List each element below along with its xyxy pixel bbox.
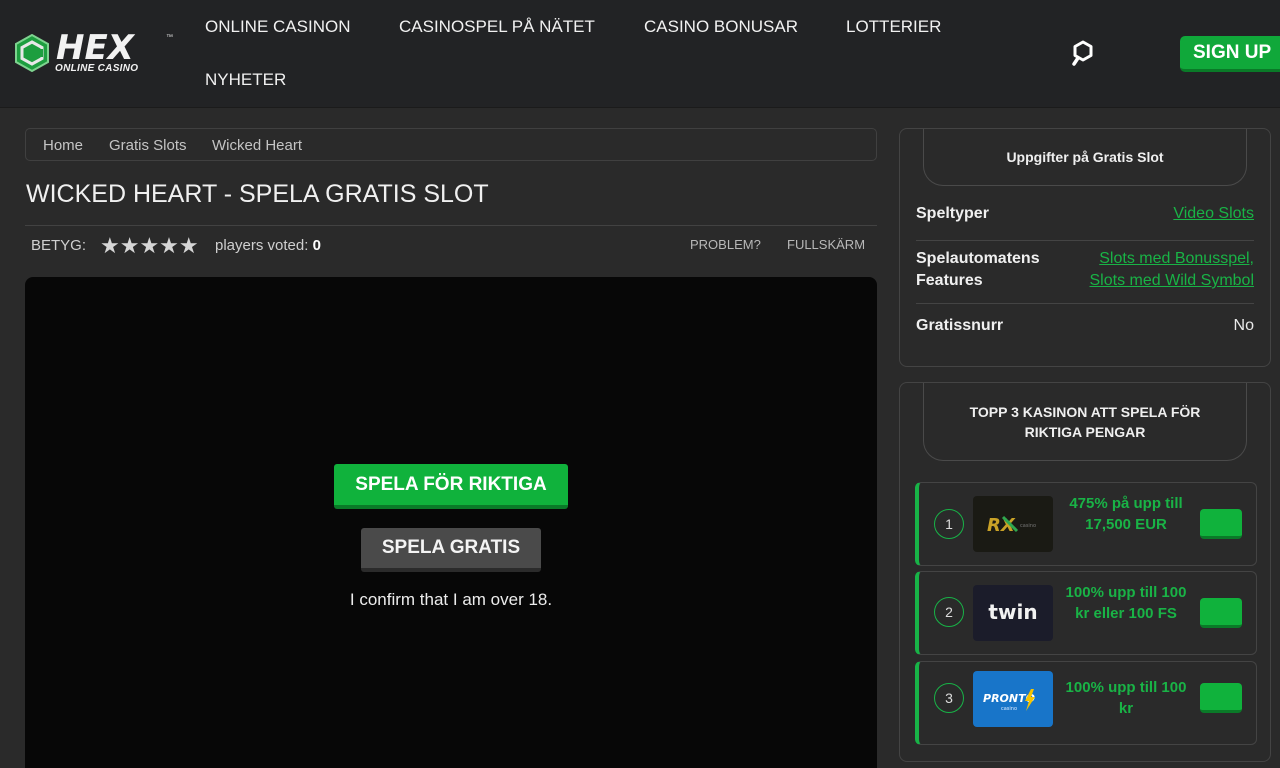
- casino-play-button[interactable]: [1200, 598, 1242, 628]
- info-key: Gratissnurr: [916, 317, 1004, 334]
- nav-item-lotterier[interactable]: LOTTERIER: [846, 17, 941, 37]
- casino-play-button[interactable]: [1200, 683, 1242, 713]
- title-divider: [25, 225, 877, 226]
- page-title: WICKED HEART - SPELA GRATIS SLOT: [26, 180, 489, 208]
- play-free-button[interactable]: SPELA GRATIS: [361, 528, 541, 572]
- gratissnurr-value: No: [1233, 317, 1254, 334]
- casino-logo-twin[interactable]: twin: [973, 585, 1053, 641]
- slot-info-title: Uppgifter på Gratis Slot: [923, 129, 1247, 186]
- casino-bonus: 100% upp till 100 kr eller 100 FS: [1065, 584, 1187, 622]
- casino-item[interactable]: 2 twin 100% upp till 100 kr eller 100 FS: [915, 571, 1257, 655]
- casino-item[interactable]: 3 PRONTO casino 100% upp till 100 kr: [915, 661, 1257, 745]
- info-key: Spelautomatens Features: [916, 250, 1040, 289]
- nav-item-casino-bonusar[interactable]: CASINO BONUSAR: [644, 17, 798, 37]
- rating-label: BETYG:: [31, 237, 87, 254]
- site-logo[interactable]: HEX ™ ONLINE CASINO: [14, 28, 179, 77]
- play-real-button[interactable]: SPELA FÖR RIKTIGA: [334, 464, 568, 509]
- breadcrumb-current: Wicked Heart: [212, 137, 303, 154]
- breadcrumb-gratis-slots[interactable]: Gratis Slots: [109, 137, 187, 154]
- svg-text:twin: twin: [988, 600, 1037, 624]
- nav-item-online-casinon[interactable]: ONLINE CASINON: [205, 17, 350, 37]
- svg-text:casino: casino: [1001, 706, 1017, 712]
- casino-bonus: 100% upp till 100 kr: [1065, 679, 1187, 717]
- pronto-logo-icon: PRONTO casino: [983, 689, 1035, 712]
- logo-subtext: ONLINE CASINO: [55, 63, 139, 74]
- casino-rank: 3: [934, 683, 964, 713]
- row-divider: [916, 303, 1254, 304]
- nav-item-casinospel[interactable]: CASINOSPEL PÅ NÄTET: [399, 17, 595, 37]
- problem-button[interactable]: PROBLEM?: [690, 237, 761, 252]
- rx-logo-icon: RX casino: [987, 515, 1036, 536]
- twin-logo-icon: twin: [988, 600, 1037, 624]
- row-divider: [916, 240, 1254, 241]
- casino-rank: 2: [934, 597, 964, 627]
- logo-trademark: ™: [166, 34, 173, 41]
- info-value: No: [1234, 315, 1254, 337]
- info-value: Slots med Bonusspel, Slots med Wild Symb…: [1090, 248, 1255, 292]
- link-slots-wild-symbol[interactable]: Slots med Wild Symbol: [1090, 272, 1255, 289]
- fullscreen-button[interactable]: FULLSKÄRM: [787, 237, 865, 252]
- breadcrumb: Home Gratis Slots Wicked Heart: [25, 128, 877, 161]
- breadcrumb-home[interactable]: Home: [43, 137, 83, 154]
- casino-rank: 1: [934, 509, 964, 539]
- casino-logo-pronto[interactable]: PRONTO casino: [973, 671, 1053, 727]
- svg-text:casino: casino: [1020, 523, 1036, 529]
- info-value: Video Slots: [1173, 203, 1254, 225]
- signup-button[interactable]: SIGN UP: [1180, 36, 1280, 72]
- rating-stars[interactable]: ★★★★★: [100, 233, 199, 259]
- info-row-gratissnurr: Gratissnurr No: [916, 315, 1254, 339]
- info-key: Speltyper: [916, 205, 989, 222]
- site-header: HEX ™ ONLINE CASINO ONLINE CASINON CASIN…: [0, 0, 1280, 108]
- slot-info-card: Uppgifter på Gratis Slot Speltyper Video…: [899, 128, 1271, 367]
- hex-logo-icon: [15, 34, 49, 72]
- casino-bonus: 475% på upp till 17,500 EUR: [1069, 495, 1183, 533]
- casino-item[interactable]: 1 RX casino 475% på upp till 17,500 EUR: [915, 482, 1257, 566]
- logo-wordmark: HEX: [56, 28, 134, 68]
- game-frame: [25, 277, 877, 768]
- age-confirm-text: I confirm that I am over 18.: [349, 590, 553, 609]
- info-row-speltyper: Speltyper Video Slots: [916, 203, 1254, 227]
- info-row-features: Spelautomatens Features Slots med Bonuss…: [916, 248, 1254, 294]
- link-slots-bonusspel[interactable]: Slots med Bonusspel,: [1099, 250, 1254, 267]
- casino-play-button[interactable]: [1200, 509, 1242, 539]
- link-video-slots[interactable]: Video Slots: [1173, 205, 1254, 222]
- nav-item-nyheter[interactable]: NYHETER: [205, 70, 286, 90]
- players-voted: players voted: 0: [215, 237, 321, 254]
- search-icon[interactable]: [1068, 38, 1098, 68]
- casino-logo-rx[interactable]: RX casino: [973, 496, 1053, 552]
- players-voted-label: players voted:: [215, 237, 309, 254]
- players-voted-count: 0: [312, 237, 321, 254]
- top-casinos-title: TOPP 3 KASINON ATT SPELA FÖR RIKTIGA PEN…: [923, 383, 1247, 461]
